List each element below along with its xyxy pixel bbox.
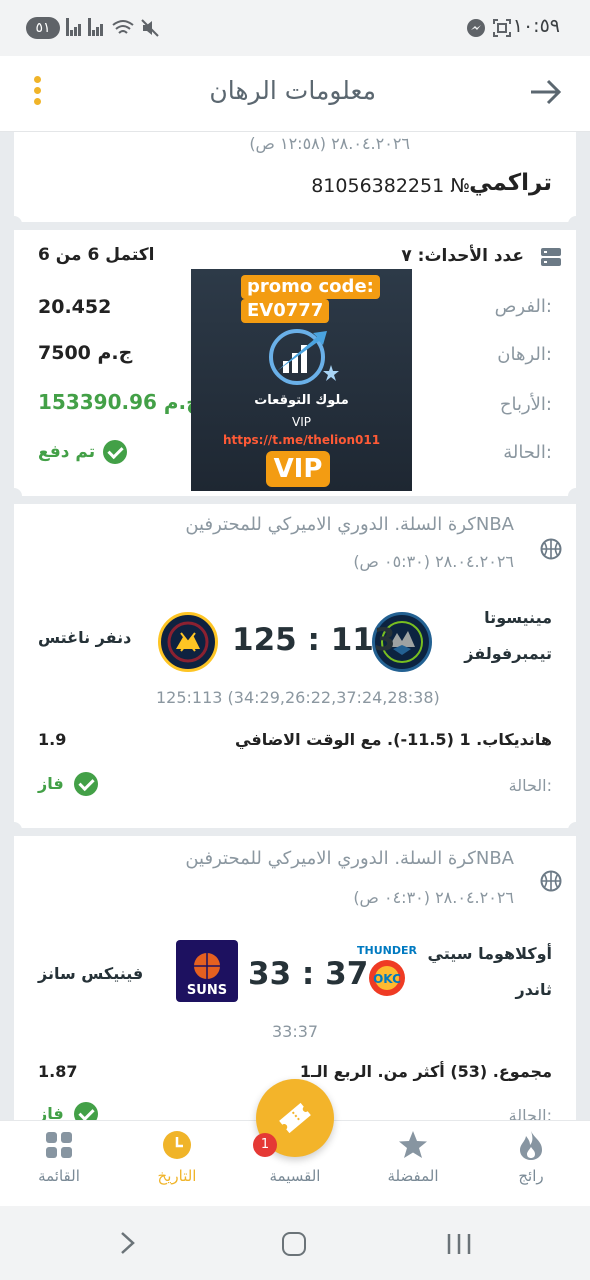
nav-item-trending[interactable]: رائج — [472, 1121, 590, 1207]
events-count: عدد الأحداث: ٧ — [401, 246, 524, 266]
event-score: 33 : 37 — [248, 956, 369, 992]
nav-item-history[interactable]: التاريخ — [118, 1121, 236, 1207]
nav-label: القسيمة — [269, 1167, 321, 1185]
vip-badge: VIP — [266, 451, 330, 487]
screenshot-icon — [492, 18, 512, 38]
status-bar: ٥١ ١٠:٥٩ — [0, 0, 590, 56]
event-status-badge: فاز — [38, 1102, 98, 1120]
home-team-name-2: تيمبرفولفز — [464, 644, 552, 663]
home-team-name: أوكلاهوما سيتي — [427, 944, 552, 963]
nav-label: المفضلة — [387, 1167, 439, 1185]
event-status-badge: فاز — [38, 772, 98, 796]
kebab-menu-icon[interactable] — [32, 76, 42, 106]
svg-text:SUNS: SUNS — [187, 983, 227, 998]
mute-icon — [140, 18, 160, 38]
event-league: كرة السلة. الدوري الاميركي للمحترفينNBA — [185, 848, 514, 869]
event-date: ٢٨.٠٤.٢٠٢٦ (٠٥:٣٠ ص) — [353, 552, 514, 571]
battery-indicator: ٥١ — [26, 17, 60, 39]
basketball-icon — [540, 538, 562, 560]
recents-icon[interactable] — [446, 1232, 472, 1256]
winnings-label: الأرباح: — [499, 394, 552, 415]
bet-number: 81056382251 № — [311, 175, 470, 197]
promo-code-label: promo code: — [241, 275, 380, 299]
status-label: الحالة: — [503, 442, 552, 463]
home-icon[interactable] — [282, 1232, 306, 1256]
events-completed: اكتمل 6 من 6 — [38, 245, 155, 265]
nav-item-menu[interactable]: القائمة — [0, 1121, 118, 1207]
promo-code-value: EV0777 — [241, 299, 330, 323]
events-icon — [540, 246, 562, 268]
bet-date: ٢٨.٠٤.٢٠٢٦ (١٢:٥٨ ص) — [249, 134, 410, 153]
event-odds: 1.87 — [38, 1062, 78, 1081]
bet-header-card: ٢٨.٠٤.٢٠٢٦ (١٢:٥٨ ص) تراكمي 81056382251 … — [14, 132, 576, 222]
card-notch — [568, 488, 584, 504]
status-badge: تم دفع — [38, 440, 128, 464]
event-card: كرة السلة. الدوري الاميركي للمحترفينNBA … — [14, 504, 576, 828]
messenger-icon — [466, 18, 486, 38]
clock-time: ١٠:٥٩ — [512, 15, 560, 37]
page-title: معلومات الرهان — [209, 76, 376, 105]
signal-icon — [66, 18, 82, 36]
system-navigation-bar — [0, 1206, 590, 1280]
chevron-back-icon[interactable] — [118, 1230, 138, 1256]
arrow-right-icon[interactable] — [528, 76, 564, 108]
event-status-label: الحالة: — [508, 776, 552, 795]
event-status-value: فاز — [38, 1104, 64, 1120]
grid-icon — [44, 1129, 74, 1161]
nav-label: القائمة — [38, 1167, 80, 1185]
signal-icon-2 — [88, 18, 104, 36]
nav-label: التاريخ — [157, 1167, 197, 1185]
event-score-detail: 33:37 — [272, 1022, 319, 1041]
event-market: هانديكاب. 1 (11.5-). مع الوقت الاضافي — [235, 730, 552, 749]
away-team-name: فينيكس سانز — [38, 964, 144, 983]
basketball-icon — [540, 870, 562, 892]
event-odds: 1.9 — [38, 730, 67, 749]
odds-value: 20.452 — [38, 296, 112, 318]
chart-growth-icon — [257, 321, 347, 391]
stake-value: 7500 ج.م — [38, 342, 133, 364]
promo-link: https://t.me/thelion011 — [222, 433, 381, 447]
status-value: تم دفع — [38, 442, 96, 462]
ticket-icon — [275, 1098, 315, 1138]
event-score-detail: 125:113 (34:29,26:22,37:24,28:38) — [156, 688, 440, 707]
check-icon — [73, 1102, 98, 1120]
betslip-count-badge: 1 — [253, 1133, 277, 1157]
check-icon — [73, 772, 98, 796]
event-status-label: الحالة: — [508, 1106, 552, 1120]
bet-details-scroll[interactable]: ٢٨.٠٤.٢٠٢٦ (١٢:٥٨ ص) تراكمي 81056382251 … — [0, 132, 590, 1120]
promo-brand: ملوك التوقعات — [254, 393, 349, 408]
star-icon — [398, 1129, 428, 1161]
promo-tier: VIP — [292, 415, 311, 429]
app-header: معلومات الرهان — [0, 56, 590, 132]
event-league: كرة السلة. الدوري الاميركي للمحترفينNBA — [185, 514, 514, 535]
event-card: كرة السلة. الدوري الاميركي للمحترفينNBA … — [14, 836, 576, 1120]
event-date: ٢٨.٠٤.٢٠٢٦ (٠٤:٣٠ ص) — [353, 888, 514, 907]
home-team-name-2: ثاندر — [515, 980, 552, 999]
event-status-value: فاز — [38, 774, 64, 793]
nav-label: رائج — [518, 1167, 544, 1185]
flame-icon — [516, 1129, 546, 1161]
card-notch — [6, 488, 22, 504]
nav-item-favorites[interactable]: المفضلة — [354, 1121, 472, 1207]
home-team-name: مينيسوتا — [484, 608, 552, 627]
svg-text:OKC: OKC — [373, 972, 401, 986]
nuggets-logo-icon — [158, 612, 218, 672]
clock-icon — [162, 1129, 192, 1161]
suns-logo-icon: SUNS — [176, 940, 238, 1002]
wifi-icon — [112, 18, 134, 38]
away-team-name: دنفر ناغتس — [38, 628, 132, 647]
bet-type: تراكمي — [469, 170, 552, 196]
winnings-value: 153390.96 ج.م — [38, 390, 201, 414]
check-icon — [103, 440, 128, 464]
odds-label: الفرص: — [494, 296, 552, 317]
stake-label: الرهان: — [497, 344, 552, 365]
promo-banner-image[interactable]: promo code: EV0777 ملوك التوقعات VIP htt… — [191, 269, 412, 491]
event-score: 125 : 113 — [232, 622, 396, 658]
event-market: مجموع. (53) أكثر من. الربع الـ1 — [299, 1062, 552, 1081]
